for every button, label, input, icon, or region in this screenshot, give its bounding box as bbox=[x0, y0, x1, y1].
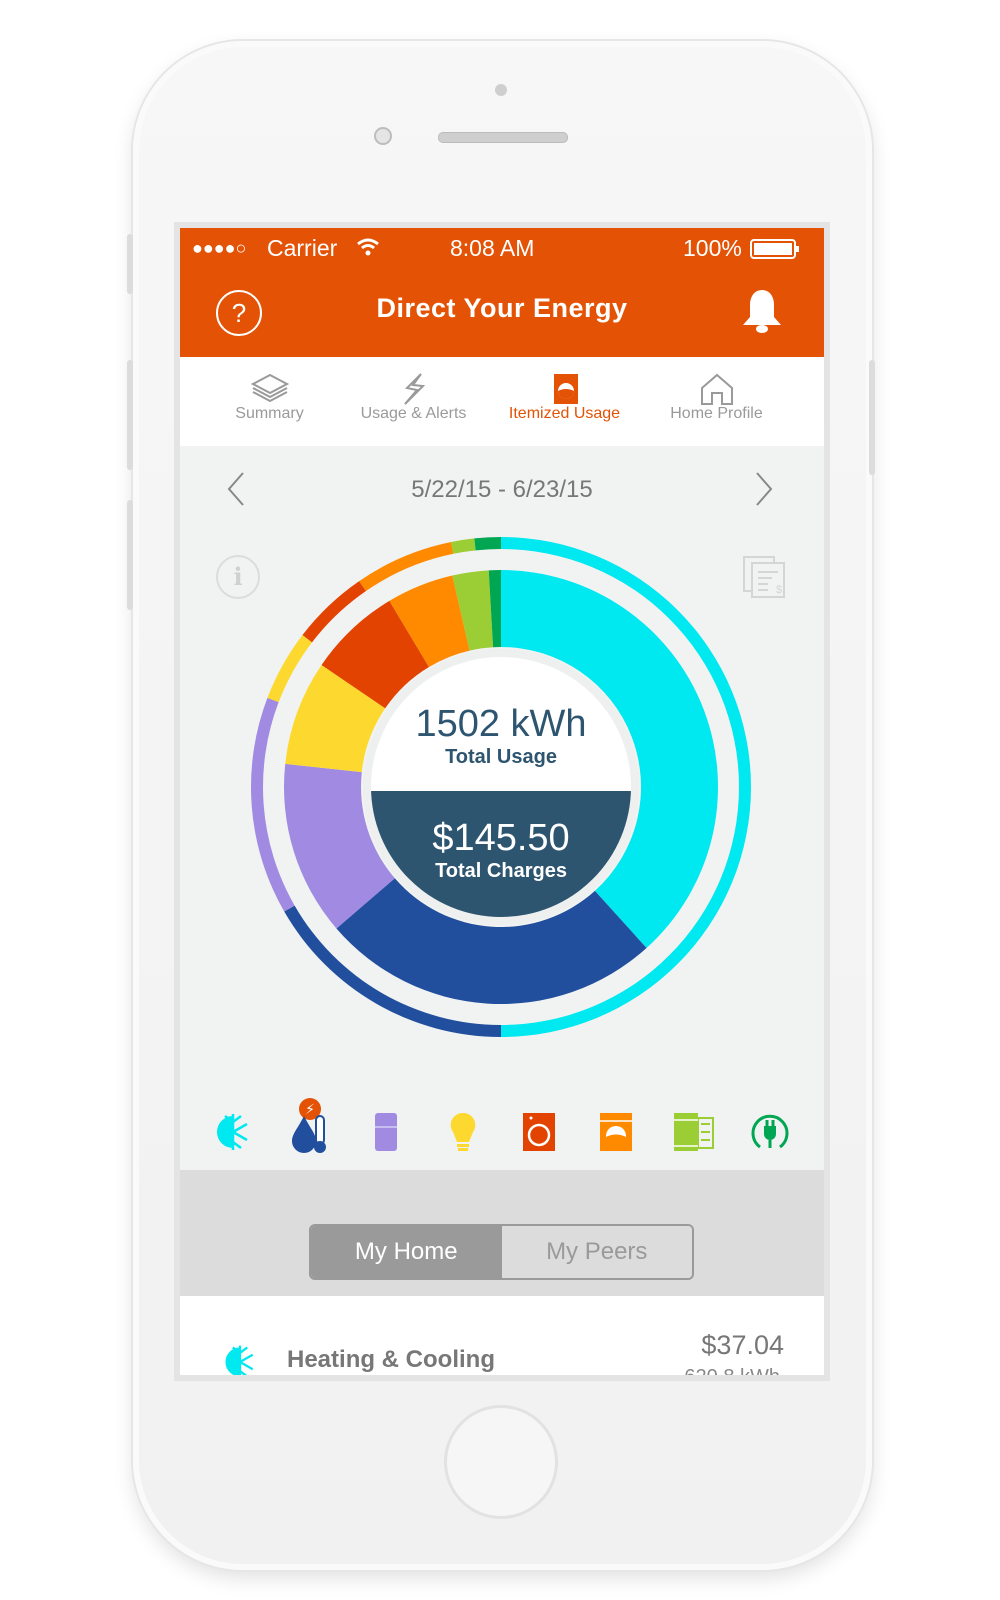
clock: 8:08 AM bbox=[450, 235, 535, 261]
page-title: Direct Your Energy bbox=[376, 293, 628, 323]
tab-label: Home Profile bbox=[670, 405, 763, 422]
front-camera bbox=[374, 127, 392, 145]
list-item-name: Heating & Cooling bbox=[287, 1346, 495, 1373]
status-bar: ●●●●○ Carrier 8:08 AM 100% bbox=[180, 228, 824, 269]
comparison-toggle-area: My Home My Peers bbox=[180, 1170, 824, 1296]
total-usage-panel: 1502 kWh Total Usage bbox=[371, 657, 631, 791]
dishwasher-icon[interactable] bbox=[671, 1110, 715, 1154]
date-range: 5/22/15 - 6/23/15 bbox=[411, 476, 593, 503]
light-bulb-icon[interactable] bbox=[441, 1110, 485, 1154]
total-charges-panel: $145.50 Total Charges bbox=[371, 791, 631, 917]
app-screen: ●●●●○ Carrier 8:08 AM 100% ? Direct Your… bbox=[180, 228, 824, 1375]
home-button[interactable] bbox=[444, 1405, 558, 1519]
dryer-icon[interactable] bbox=[517, 1110, 561, 1154]
outer-ring-slice-dishwasher[interactable] bbox=[451, 538, 476, 554]
bell-icon[interactable] bbox=[740, 287, 784, 335]
carrier: Carrier bbox=[267, 235, 338, 261]
wifi-icon bbox=[357, 238, 379, 256]
water-heating-icon[interactable] bbox=[288, 1110, 332, 1154]
category-list: Heating & Cooling $37.04 620.8 kWh bbox=[180, 1296, 824, 1375]
toggle-my-home[interactable]: My Home bbox=[311, 1226, 502, 1278]
tab-label: Usage & Alerts bbox=[360, 405, 467, 422]
volume-up-button bbox=[127, 360, 133, 470]
total-usage-value: 1502 kWh bbox=[415, 703, 587, 745]
toggle-my-peers[interactable]: My Peers bbox=[501, 1226, 692, 1278]
home-peers-toggle: My Home My Peers bbox=[309, 1224, 694, 1280]
layers-icon bbox=[251, 373, 289, 403]
proximity-sensor bbox=[495, 84, 507, 96]
heating-cooling-icon[interactable] bbox=[211, 1110, 255, 1154]
heating-cooling-icon bbox=[225, 1345, 254, 1375]
total-charges-label: Total Charges bbox=[435, 860, 567, 882]
signal-icon: ●●●●○ bbox=[192, 238, 247, 258]
earpiece-speaker bbox=[438, 132, 568, 143]
tab-bar: Summary Usage & Alerts Itemized Usage Ho… bbox=[180, 357, 824, 446]
category-icon-row: ⚡ bbox=[180, 1098, 824, 1168]
mute-switch bbox=[127, 234, 133, 294]
tab-summary[interactable]: Summary bbox=[189, 357, 350, 446]
battery-icon bbox=[750, 239, 799, 259]
list-item-usage: 620.8 kWh bbox=[684, 1366, 780, 1375]
outer-ring-slice-plug-loads[interactable] bbox=[474, 537, 501, 551]
tab-usage-alerts[interactable]: Usage & Alerts bbox=[333, 357, 494, 446]
volume-down-button bbox=[127, 500, 133, 610]
refrigerator-icon[interactable] bbox=[364, 1110, 408, 1154]
power-button bbox=[869, 360, 875, 475]
total-charges-value: $145.50 bbox=[432, 817, 570, 859]
lightning-icon bbox=[404, 373, 426, 405]
outer-ring-slice-lighting[interactable] bbox=[267, 635, 313, 703]
next-period-arrow[interactable] bbox=[754, 471, 774, 507]
tab-label: Itemized Usage bbox=[508, 405, 621, 422]
plug-icon[interactable] bbox=[748, 1110, 792, 1154]
app-header: ? Direct Your Energy bbox=[180, 269, 824, 357]
washer-icon[interactable] bbox=[594, 1110, 638, 1154]
battery-percent: 100% bbox=[683, 235, 742, 261]
list-item-cost: $37.04 bbox=[701, 1330, 784, 1360]
donut-center: 1502 kWh Total Usage $145.50 Total Charg… bbox=[371, 657, 631, 917]
house-icon bbox=[701, 373, 733, 405]
tab-home-profile[interactable]: Home Profile bbox=[636, 357, 797, 446]
washer-icon bbox=[554, 374, 578, 404]
tab-label: Summary bbox=[235, 405, 304, 422]
total-usage-label: Total Usage bbox=[445, 746, 557, 768]
tab-itemized-usage[interactable]: Itemized Usage bbox=[484, 357, 645, 446]
